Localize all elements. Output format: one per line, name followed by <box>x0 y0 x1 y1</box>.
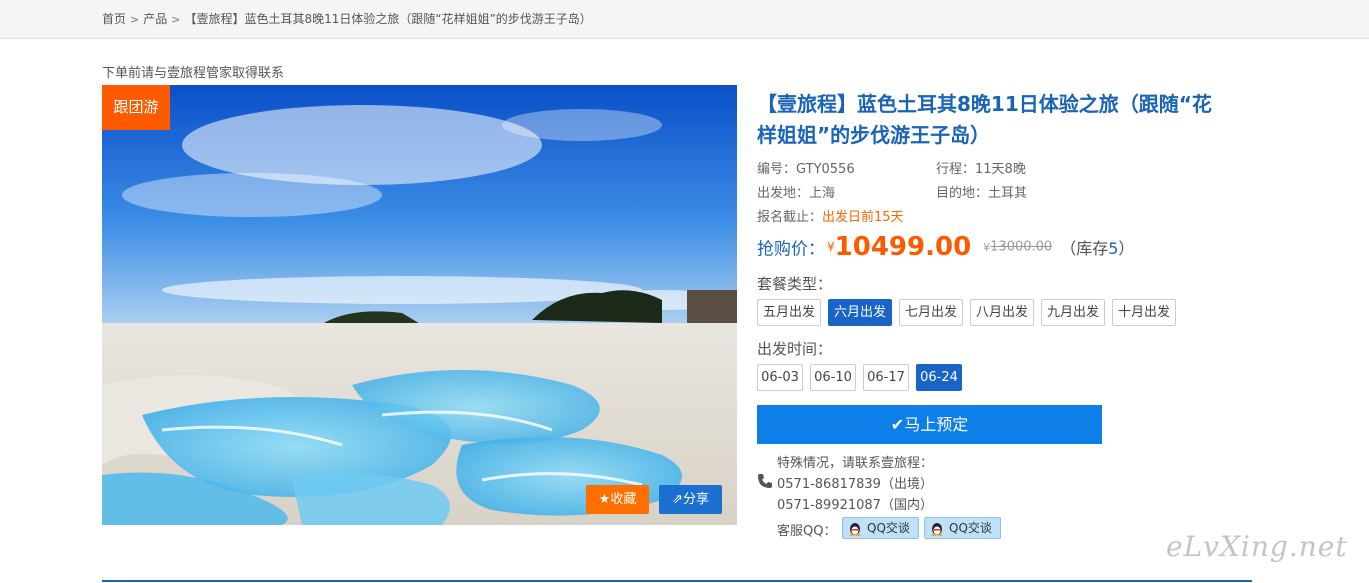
product-code-value: GTY0556 <box>796 162 855 177</box>
signup-deadline-label: 报名截止： <box>757 210 823 225</box>
stock-prefix: （库存 <box>1060 239 1109 258</box>
original-price: 13000.00 <box>990 239 1053 255</box>
product-duration-value: 11天8晚 <box>975 162 1026 177</box>
contact-intro: 特殊情况，请联系壹旅程： <box>777 456 934 471</box>
current-price: 10499.00 <box>834 232 972 262</box>
qq-penguin-icon <box>931 523 943 536</box>
departure-date-0603[interactable]: 06-03 <box>757 364 803 391</box>
product-code: 编号：GTY0556 <box>757 158 855 177</box>
favorite-label: 收藏 <box>610 492 637 507</box>
favorite-button[interactable]: ★收藏 <box>586 485 649 514</box>
package-type-label: 套餐类型： <box>757 275 833 293</box>
breadcrumb: 首页 > 产品 > 【壹旅程】蓝色土耳其8晚11日体验之旅（跟随“花样姐姐”的步伐游王子… <box>102 10 592 27</box>
product-photo: 跟团游 ★收藏 ⇗分享 <box>102 85 737 525</box>
price-row: 抢购价： ¥10499.00 ¥13000.00 （库存5） <box>757 232 1134 264</box>
price-currency: ¥ <box>827 240 835 254</box>
book-now-label: 马上预定 <box>904 415 969 434</box>
package-option-may[interactable]: 五月出发 <box>757 299 821 326</box>
departure-time-label: 出发时间： <box>757 340 833 358</box>
book-now-button[interactable]: ✔马上预定 <box>757 405 1102 444</box>
breadcrumb-current: 【壹旅程】蓝色土耳其8晚11日体验之旅（跟随“花样姐姐”的步伐游王子岛） <box>184 12 592 26</box>
phone-international: 0571-86817839（出境） <box>777 477 933 492</box>
package-option-september[interactable]: 九月出发 <box>1041 299 1105 326</box>
package-option-june[interactable]: 六月出发 <box>828 299 892 326</box>
departure-date-0624[interactable]: 06-24 <box>916 364 962 391</box>
site-watermark: eLvXing.net <box>1166 530 1348 563</box>
qq-chat-label-2: QQ交谈 <box>949 521 992 535</box>
phone-domestic: 0571-89921087（国内） <box>777 498 933 513</box>
departure-city-value: 上海 <box>809 186 836 201</box>
signup-deadline-value: 出发日前15天 <box>822 210 904 225</box>
checkmark-icon: ✔ <box>890 415 905 434</box>
share-icon: ⇗ <box>672 492 683 507</box>
group-tour-tag: 跟团游 <box>102 85 170 130</box>
product-code-label: 编号： <box>757 162 797 177</box>
destination-label: 目的地： <box>936 186 989 201</box>
qq-chat-button-1[interactable]: QQ交谈 <box>842 517 919 539</box>
qq-chat-label-1: QQ交谈 <box>867 521 910 535</box>
breadcrumb-home[interactable]: 首页 <box>102 12 126 26</box>
price-label: 抢购价： <box>757 239 825 260</box>
package-option-july[interactable]: 七月出发 <box>899 299 963 326</box>
share-label: 分享 <box>682 492 709 507</box>
stock-info: （库存5） <box>1060 239 1134 258</box>
pamukkale-image <box>102 85 737 525</box>
order-notice: 下单前请与壹旅程管家取得联系 <box>102 66 285 81</box>
product-duration: 行程：11天8晚 <box>936 158 1026 177</box>
chevron-right-icon: > <box>171 13 181 26</box>
stock-count: 5 <box>1108 239 1119 258</box>
product-title: 【壹旅程】蓝色土耳其8晚11日体验之旅（跟随“花样姐姐”的步伐游王子岛） <box>757 92 1212 147</box>
departure-date-0610[interactable]: 06-10 <box>810 364 856 391</box>
package-option-october[interactable]: 十月出发 <box>1112 299 1176 326</box>
qq-label: 客服QQ： <box>777 524 837 539</box>
product-duration-label: 行程： <box>936 162 976 177</box>
section-divider <box>102 580 1252 582</box>
destination: 目的地：土耳其 <box>936 182 1027 201</box>
qq-penguin-icon <box>849 523 861 536</box>
destination-value: 土耳其 <box>988 186 1028 201</box>
departure-city-label: 出发地： <box>757 186 810 201</box>
share-button[interactable]: ⇗分享 <box>659 485 722 514</box>
departure-date-0617[interactable]: 06-17 <box>863 364 909 391</box>
stock-suffix: ） <box>1118 239 1135 258</box>
departure-city: 出发地：上海 <box>757 182 835 201</box>
chevron-right-icon: > <box>130 13 140 26</box>
top-bar: 首页 > 产品 > 【壹旅程】蓝色土耳其8晚11日体验之旅（跟随“花样姐姐”的步伐游王子… <box>0 0 1369 39</box>
package-option-august[interactable]: 八月出发 <box>970 299 1034 326</box>
breadcrumb-products[interactable]: 产品 <box>143 12 167 26</box>
phone-icon <box>758 474 772 488</box>
qq-chat-button-2[interactable]: QQ交谈 <box>924 517 1001 539</box>
signup-deadline: 报名截止：出发日前15天 <box>757 206 904 225</box>
star-icon: ★ <box>598 492 611 507</box>
